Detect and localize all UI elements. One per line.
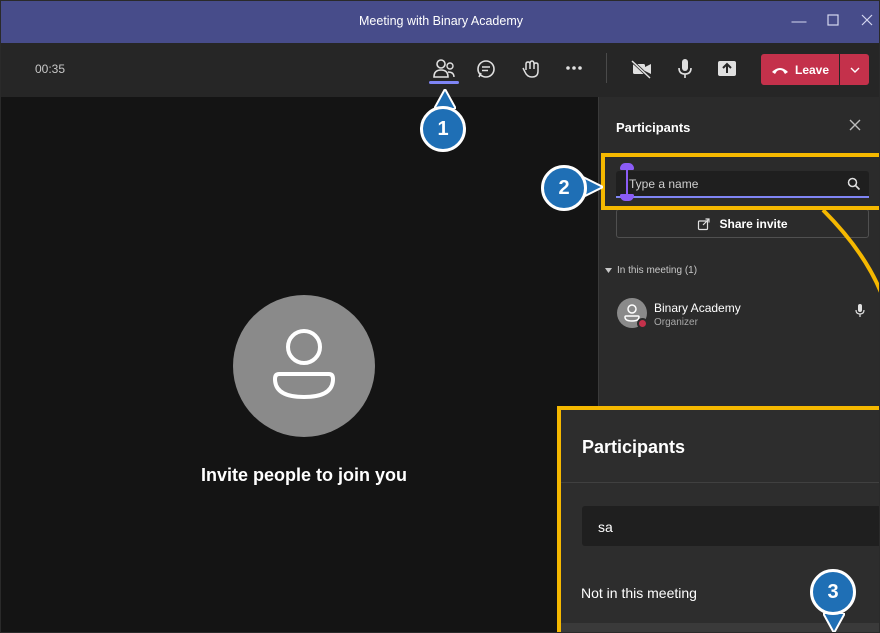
close-window-button[interactable] (853, 9, 879, 35)
marker-3-pointer (823, 613, 845, 632)
step-marker-2: 2 (541, 165, 587, 211)
share-invite-label: Share invite (719, 216, 788, 231)
zoom-divider (561, 482, 879, 483)
in-meeting-label: In this meeting (1) (617, 265, 698, 276)
meeting-window: Meeting with Binary Academy — 00:35 Leav… (0, 0, 880, 633)
close-panel-icon[interactable] (844, 114, 866, 136)
step-marker-1-label: 1 (437, 117, 449, 140)
participant-mic-icon[interactable] (854, 303, 866, 319)
leave-label: Leave (795, 62, 830, 77)
hang-up-icon (772, 67, 788, 74)
raise-hand-icon[interactable] (520, 58, 542, 80)
step-marker-1: 1 (420, 106, 466, 152)
zoom-search-input[interactable] (582, 506, 879, 546)
search-highlight-box (601, 153, 879, 210)
camera-off-icon[interactable] (630, 58, 654, 80)
maximize-icon (827, 14, 839, 26)
maximize-button[interactable] (819, 9, 847, 35)
window-title: Meeting with Binary Academy (359, 14, 523, 28)
panel-title: Participants (616, 120, 691, 135)
participants-active-indicator (429, 81, 459, 84)
close-icon (861, 14, 873, 26)
microphone-icon[interactable] (675, 57, 695, 81)
participants-icon[interactable] (431, 56, 457, 82)
share-tray-icon[interactable] (716, 59, 738, 79)
person-icon (272, 329, 336, 400)
in-meeting-section[interactable]: In this meeting (1) (605, 265, 697, 276)
step-marker-3: 3 (810, 569, 856, 615)
meeting-timer: 00:35 (35, 62, 66, 76)
invite-message: Invite people to join you (200, 465, 407, 485)
minimize-button[interactable]: — (785, 9, 813, 35)
presence-busy-badge (637, 318, 648, 329)
chat-icon[interactable] (475, 58, 497, 80)
share-invite-button[interactable]: Share invite (616, 209, 869, 238)
share-icon (698, 217, 711, 230)
zoom-panel-title: Participants (582, 437, 686, 457)
collapse-caret-icon (605, 268, 612, 273)
participant-name: Binary Academy (654, 301, 741, 315)
more-icon[interactable] (564, 63, 584, 73)
leave-button[interactable]: Leave (761, 54, 839, 85)
toolbar-divider (606, 53, 607, 83)
participant-role: Organizer (654, 317, 698, 328)
step-marker-3-label: 3 (827, 580, 839, 603)
chevron-down-icon (850, 67, 859, 73)
not-in-meeting-label: Not in this meeting (581, 585, 697, 601)
zoom-search-value: sa (598, 519, 613, 535)
title-bar: Meeting with Binary Academy — (1, 1, 879, 43)
step-marker-2-label: 2 (558, 176, 570, 199)
leave-options-button[interactable] (840, 54, 869, 85)
